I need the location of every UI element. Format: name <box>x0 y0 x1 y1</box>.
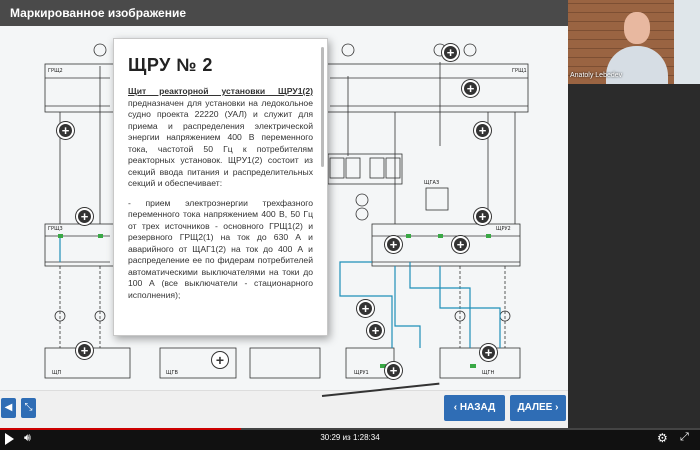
plus-icon[interactable]: + <box>367 322 384 339</box>
popup-paragraph: предназначен для установки на ледокольно… <box>128 97 313 189</box>
bus-label: ГРЩ2 <box>48 68 63 74</box>
sound-icon[interactable]: ◀ <box>1 398 16 418</box>
bus-label: ЩРУ1 <box>354 370 369 376</box>
plus-icon[interactable]: + <box>474 122 491 139</box>
plus-icon[interactable]: + <box>452 236 469 253</box>
plus-icon[interactable]: + <box>385 362 402 379</box>
plus-icon[interactable]: + <box>76 208 93 225</box>
plus-icon[interactable]: + <box>442 44 459 61</box>
bus-label: ЩГАЗ <box>424 180 439 186</box>
plus-icon[interactable]: + <box>385 236 402 253</box>
presenter-name: Anatoly Lebedev <box>570 72 623 79</box>
back-button[interactable]: ‹ НАЗАД <box>444 395 505 421</box>
video-progress-fill <box>0 428 241 430</box>
popup-lead: Щит реакторной установки ЩРУ1(2) <box>128 86 313 96</box>
bus-label: ЩП <box>52 370 61 376</box>
gear-icon[interactable]: ⚙ <box>657 431 668 445</box>
video-player-bar: 🔊︎ 30:29 из 1:28:34 ⚙ ⤢ <box>0 428 700 450</box>
webcam-video: Anatoly Lebedev <box>568 0 700 84</box>
bus-label: ГРЩ1 <box>512 68 527 74</box>
bus-label: ГРЩ3 <box>48 226 63 232</box>
slide: Маркированное изображение ГРЩ2 ГРЩ1 ГРЩ3… <box>0 0 568 428</box>
popup-title: ЩРУ № 2 <box>128 55 213 75</box>
popup-body: Щит реакторной установки ЩРУ1(2) предназ… <box>128 86 313 301</box>
plus-icon[interactable]: + <box>462 80 479 97</box>
bus-label: ЩРУ2 <box>496 226 511 232</box>
plus-icon[interactable]: + <box>76 342 93 359</box>
fullscreen-icon[interactable]: ⤢ <box>680 431 689 444</box>
slide-title: Маркированное изображение <box>0 0 568 26</box>
bus-label: ЩГН <box>482 370 495 376</box>
next-button[interactable]: ДАЛЕЕ › <box>510 395 566 421</box>
popup-scrollbar[interactable] <box>321 47 324 167</box>
resize-icon[interactable]: ⤡ <box>21 398 36 418</box>
plus-icon[interactable]: + <box>57 122 74 139</box>
plus-icon[interactable]: + <box>480 344 497 361</box>
bus-label: ЩГВ <box>166 370 179 376</box>
popup-paragraph: - прием электроэнергии трехфазного перем… <box>128 197 313 300</box>
player-stage: Маркированное изображение ГРЩ2 ГРЩ1 ГРЩ3… <box>0 0 700 450</box>
slide-footer: ◀ ⤡ ‹ НАЗАД ДАЛЕЕ › <box>0 382 568 428</box>
plus-icon[interactable]: + <box>357 300 374 317</box>
plus-icon[interactable]: + <box>474 208 491 225</box>
active-plus-icon[interactable]: + <box>211 351 229 369</box>
video-progress-bar[interactable] <box>0 428 700 430</box>
playback-time: 30:29 из 1:28:34 <box>320 433 380 442</box>
info-popup: ЩРУ № 2 Щит реакторной установки ЩРУ1(2)… <box>113 38 328 336</box>
